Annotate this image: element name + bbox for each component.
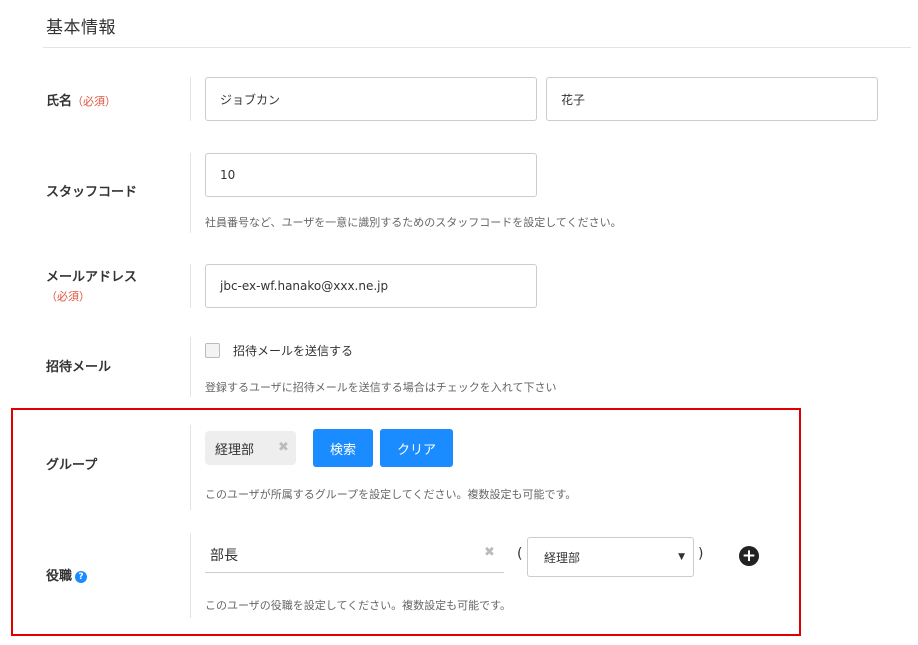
invite-help: 登録するユーザに招待メールを送信する場合はチェックを入れて下さい: [205, 381, 557, 394]
email-divider: [190, 264, 191, 308]
role-label: 役職?: [46, 568, 88, 586]
staff-code-divider: [190, 153, 191, 233]
group-clear-button[interactable]: クリア: [380, 429, 453, 467]
role-clear-icon[interactable]: ✖: [484, 545, 495, 560]
section-divider: [43, 47, 911, 48]
role-label-text: 役職: [46, 569, 73, 584]
group-help: このユーザが所属するグループを設定してください。複数設定も可能です。: [205, 488, 577, 501]
group-search-button[interactable]: 検索: [313, 429, 373, 467]
group-chip: 経理部 ✖: [205, 431, 296, 465]
help-icon[interactable]: ?: [75, 570, 88, 583]
email-required-mark: （必須）: [46, 290, 90, 303]
role-input[interactable]: 部長: [205, 541, 504, 573]
invite-label: 招待メール: [46, 360, 112, 375]
paren-close: ): [698, 546, 704, 562]
invite-checkbox[interactable]: [205, 343, 220, 358]
group-chip-label: 経理部: [215, 442, 255, 458]
email-label-text: メールアドレス: [46, 270, 138, 285]
name-divider: [190, 77, 191, 121]
role-group-select[interactable]: 経理部 ▼: [527, 537, 694, 577]
staff-code-input[interactable]: 10: [205, 153, 537, 197]
group-divider: [190, 425, 191, 510]
last-name-input[interactable]: ジョブカン: [205, 77, 537, 121]
invite-checkbox-label[interactable]: 招待メールを送信する: [233, 342, 353, 359]
name-required-mark: （必須）: [72, 95, 117, 108]
email-label: メールアドレス （必須）: [46, 269, 137, 306]
email-input[interactable]: jbc-ex-wf.hanako@xxx.ne.jp: [205, 264, 537, 308]
staff-code-label: スタッフコード: [46, 185, 138, 200]
invite-divider: [190, 337, 191, 397]
chip-remove-icon[interactable]: ✖: [278, 440, 289, 455]
name-label-text: 氏名: [46, 94, 73, 109]
name-label: 氏名（必須）: [46, 93, 116, 111]
staff-code-help: 社員番号など、ユーザを一意に識別するためのスタッフコードを設定してください。: [205, 216, 622, 229]
paren-open: (: [517, 546, 523, 562]
chevron-down-icon: ▼: [678, 552, 685, 562]
role-divider: [190, 533, 191, 618]
group-label: グループ: [46, 458, 98, 473]
add-role-icon[interactable]: +: [739, 546, 759, 566]
section-title: 基本情報: [46, 18, 116, 38]
role-group-select-value: 経理部: [544, 550, 581, 565]
first-name-input[interactable]: 花子: [546, 77, 878, 121]
role-help: このユーザの役職を設定してください。複数設定も可能です。: [205, 599, 512, 612]
